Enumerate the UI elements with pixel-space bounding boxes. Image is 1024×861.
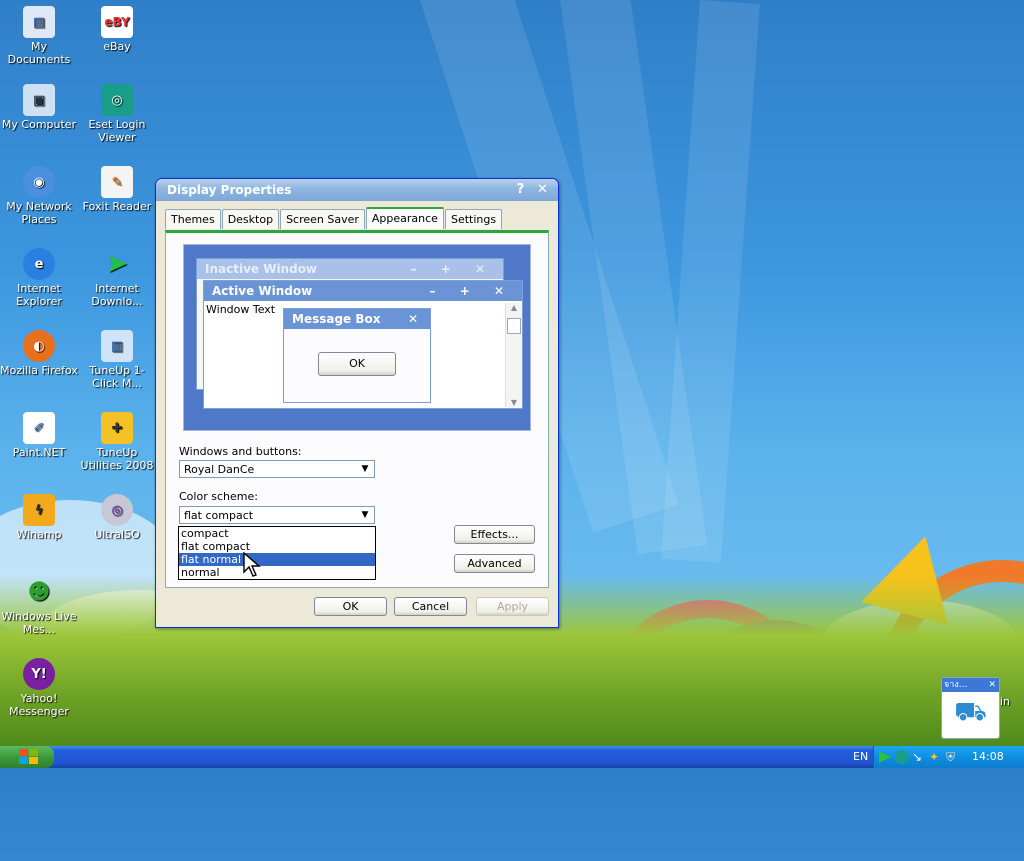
ebay-icon: eBY (101, 6, 133, 38)
internet-explorer-icon: e (23, 248, 55, 280)
network-arrow-icon[interactable]: ↘ (912, 750, 926, 764)
chevron-down-icon: ▼ (361, 510, 369, 520)
desktop-icon-messenger[interactable]: ☻ Windows Live Mes... (0, 576, 78, 636)
cart-widget-caption: in (1000, 695, 1011, 708)
chevron-down-icon: ▼ (361, 464, 369, 474)
desktop-icon-yahoo[interactable]: Y! Yahoo! Messenger (0, 658, 78, 718)
cart-widget[interactable]: จาง... ✕ ⛟ (941, 677, 1000, 739)
preview-ok-button: OK (318, 352, 396, 376)
play-icon[interactable] (878, 750, 892, 764)
preview-scrollbar: ▲ ▼ (505, 303, 522, 407)
preview-active-title-bar: Active Window – + ✕ (204, 281, 522, 301)
eset-tray-icon[interactable] (895, 750, 909, 764)
apply-button[interactable]: Apply (476, 597, 549, 616)
desktop-icon-idm[interactable]: ➤ Internet Downlo... (78, 248, 156, 309)
scroll-down-icon: ▼ (510, 398, 518, 407)
desktop-icon-my-documents[interactable]: ▤ My Documents (0, 6, 78, 66)
preview-message-box: Message Box ✕ OK (283, 308, 431, 403)
preview-inactive-buttons: – + ✕ (410, 262, 495, 276)
shield-icon[interactable]: ⛨ (946, 750, 960, 764)
appearance-preview: Inactive Window – + ✕ Active Window – + … (183, 244, 531, 431)
windows-buttons-label: Windows and buttons: (179, 445, 302, 458)
preview-inactive-title: Inactive Window (205, 262, 318, 276)
preview-message-box-title: Message Box (292, 312, 381, 326)
color-scheme-dropdown-list: compact flat compact flat normal normal (178, 526, 376, 580)
desktop-icon-foxit[interactable]: ✎ Foxit Reader (78, 166, 156, 213)
start-button[interactable] (0, 746, 54, 768)
messenger-icon: ☻ (27, 579, 51, 605)
cancel-button[interactable]: Cancel (394, 597, 467, 616)
preview-inactive-title-bar: Inactive Window – + ✕ (197, 259, 503, 279)
desktop-icon-firefox[interactable]: ◐ Mozilla Firefox (0, 330, 78, 377)
firefox-icon: ◐ (23, 330, 55, 362)
tuneup-icon: ▥ (101, 330, 133, 362)
tab-screen-saver[interactable]: Screen Saver (280, 209, 365, 229)
close-button[interactable]: ✕ (533, 182, 552, 198)
cart-widget-title: จาง... (944, 680, 968, 690)
desktop-icon-paintnet[interactable]: ✐ Paint.NET (0, 412, 78, 459)
tool-icon[interactable]: ✦ (929, 750, 943, 764)
eset-icon: ◎ (101, 84, 133, 116)
desktop-icon-internet-explorer[interactable]: e Internet Explorer (0, 248, 78, 308)
cart-widget-close-icon[interactable]: ✕ (988, 678, 996, 692)
windows-logo-icon (19, 749, 38, 764)
my-documents-icon: ▤ (23, 6, 55, 38)
ultraiso-icon: ◎ (101, 494, 133, 526)
windows-buttons-select[interactable]: Royal DanCe ▼ (179, 460, 375, 478)
system-tray: ↘ ✦ ⛨ 14:08 (873, 746, 1024, 768)
title-bar[interactable]: Display Properties ? ✕ (156, 179, 558, 201)
list-item[interactable]: flat compact (179, 540, 375, 553)
desktop-icon-network-places[interactable]: ◉ My Network Places (0, 166, 78, 226)
color-scheme-value: flat compact (184, 509, 254, 522)
clock[interactable]: 14:08 (972, 750, 1004, 763)
ok-button[interactable]: OK (314, 597, 387, 616)
preview-active-buttons: – + ✕ (429, 284, 514, 298)
cart-widget-title-bar: จาง... ✕ (942, 678, 999, 692)
tuneup-utilities-icon: ✚ (101, 412, 133, 444)
my-computer-icon: ▣ (23, 84, 55, 116)
desktop-icon-tuneup-utilities[interactable]: ✚ TuneUp Utilities 2008 (78, 412, 156, 472)
foxit-icon: ✎ (101, 166, 133, 198)
desktop-icon-winamp[interactable]: ϟ Winamp (0, 494, 78, 541)
color-scheme-select[interactable]: flat compact ▼ (179, 506, 375, 524)
list-item[interactable]: flat normal (179, 553, 375, 566)
desktop-icon-ultraiso[interactable]: ◎ UltraISO (78, 494, 156, 541)
desktop-icon-my-computer[interactable]: ▣ My Computer (0, 84, 78, 131)
desktop-icon-tuneup-1click[interactable]: ▥ TuneUp 1-Click M... (78, 330, 156, 390)
desktop-icon-eset[interactable]: ◎ Eset Login Viewer (78, 84, 156, 144)
preview-scrollbar-thumb (507, 318, 521, 334)
taskbar: EN ↘ ✦ ⛨ 14:08 (0, 746, 1024, 768)
preview-window-text: Window Text (206, 303, 276, 316)
tab-appearance[interactable]: Appearance (365, 207, 444, 229)
preview-message-box-close-icon: ✕ (407, 312, 418, 326)
yahoo-icon: Y! (23, 658, 55, 690)
list-item[interactable]: normal (179, 566, 375, 579)
preview-message-box-title-bar: Message Box ✕ (284, 309, 430, 329)
language-indicator[interactable]: EN (853, 750, 868, 763)
mouse-cursor-icon (243, 552, 261, 577)
effects-button[interactable]: Effects... (454, 525, 535, 544)
windows-buttons-value: Royal DanCe (184, 463, 255, 476)
tab-desktop[interactable]: Desktop (221, 209, 280, 229)
network-places-icon: ◉ (23, 166, 55, 198)
list-item[interactable]: compact (179, 527, 375, 540)
sky-ray (660, 0, 760, 563)
desktop-icon-ebay[interactable]: eBY eBay (78, 6, 156, 53)
advanced-button[interactable]: Advanced (454, 554, 535, 573)
color-scheme-label: Color scheme: (179, 490, 258, 503)
tab-themes[interactable]: Themes (165, 209, 221, 229)
tab-strip: Themes Desktop Screen Saver Appearance S… (165, 207, 503, 229)
idm-icon: ➤ (106, 248, 128, 279)
paintnet-icon: ✐ (23, 412, 55, 444)
help-button[interactable]: ? (511, 182, 530, 198)
scroll-up-icon: ▲ (510, 303, 518, 312)
tab-settings[interactable]: Settings (444, 209, 503, 229)
shopping-cart-icon: ⛟ (954, 697, 987, 727)
window-title: Display Properties (167, 183, 292, 197)
preview-active-title: Active Window (212, 284, 313, 298)
winamp-icon: ϟ (23, 494, 55, 526)
